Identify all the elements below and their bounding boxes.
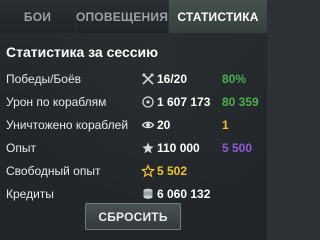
reset-button[interactable]: СБРОСИТЬ <box>85 203 181 230</box>
tab-bar: БОИ ОПОВЕЩЕНИЯ СТАТИСТИКА <box>0 0 267 33</box>
crossed-swords-icon <box>141 72 155 86</box>
stat-extra: 80 359 <box>222 95 259 109</box>
experience-star-icon <box>141 141 155 155</box>
stat-label: Уничтожено кораблей <box>6 118 129 132</box>
stat-row-ships-destroyed: Уничтожено кораблей 20 1 <box>0 116 267 134</box>
stat-row-free-experience: Свободный опыт 5 502 <box>0 162 267 180</box>
stat-value: 16/20 <box>157 72 188 86</box>
stat-extra: 5 500 <box>222 141 253 155</box>
stat-label: Свободный опыт <box>6 164 101 178</box>
panel-title: Статистика за сессию <box>6 44 159 60</box>
stat-label: Кредиты <box>6 187 54 201</box>
stat-row-experience: Опыт 110 000 5 500 <box>0 139 267 157</box>
stat-label: Опыт <box>6 141 36 155</box>
stat-label: Победы/Боёв <box>6 72 82 86</box>
tab-battles[interactable]: БОИ <box>0 0 76 33</box>
free-xp-star-icon <box>141 164 155 178</box>
destroyed-ship-icon <box>141 118 155 132</box>
stat-extra: 80% <box>222 72 247 86</box>
stat-row-credits: Кредиты 6 060 132 <box>0 185 267 203</box>
target-icon <box>141 95 155 109</box>
stat-value: 5 502 <box>157 164 188 178</box>
stat-label: Урон по кораблям <box>6 95 107 109</box>
stat-value: 1 607 173 <box>157 95 211 109</box>
stat-value: 20 <box>157 118 171 132</box>
stat-row-damage: Урон по кораблям 1 607 173 80 359 <box>0 93 267 111</box>
stat-value: 110 000 <box>157 141 200 155</box>
stat-value: 6 060 132 <box>157 187 211 201</box>
tab-statistics[interactable]: СТАТИСТИКА <box>169 0 267 33</box>
stat-extra: 1 <box>222 118 229 132</box>
tab-notifications[interactable]: ОПОВЕЩЕНИЯ <box>76 0 169 33</box>
stat-row-wins: Победы/Боёв 16/20 80% <box>0 70 267 88</box>
credits-coin-icon <box>141 187 155 201</box>
